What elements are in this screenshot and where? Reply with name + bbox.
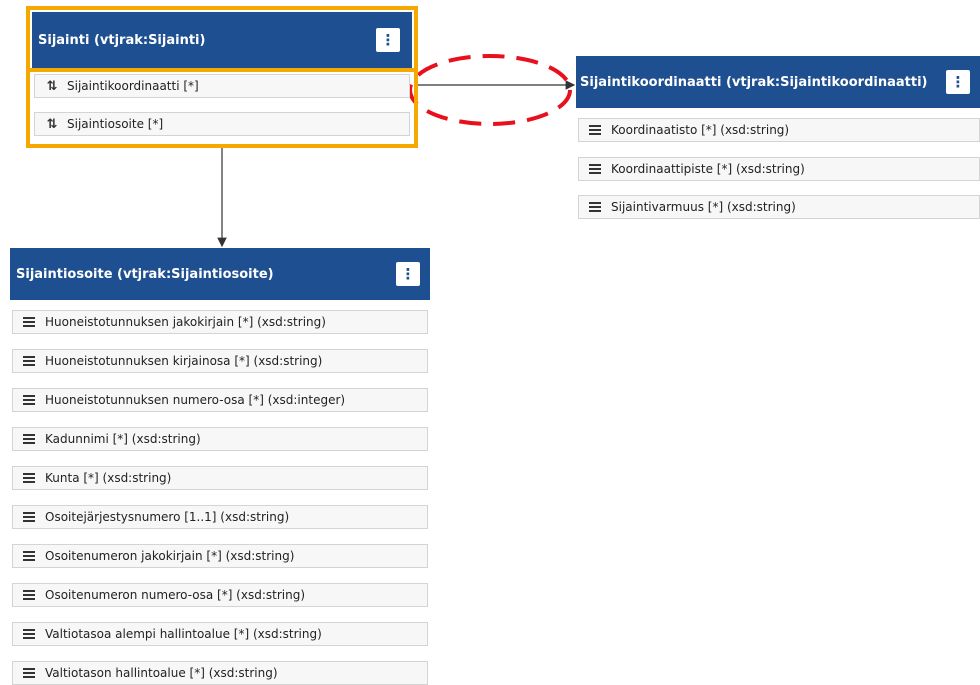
stacked-lines-icon — [587, 125, 603, 135]
row-label: Osoitenumeron jakokirjain [*] (xsd:strin… — [45, 549, 295, 563]
node-menu-button[interactable]: ⋮ — [946, 70, 970, 94]
node-header[interactable]: Sijaintiosoite (vtjrak:Sijaintiosoite) ⋮ — [10, 248, 430, 300]
row-label: Sijaintiosoite [*] — [67, 117, 164, 131]
attribute-row[interactable]: Osoitenumeron numero-osa [*] (xsd:string… — [12, 583, 428, 607]
stacked-lines-icon — [21, 512, 37, 522]
up-down-arrows-icon: ⇅ — [46, 78, 58, 94]
row-label: Huoneistotunnuksen kirjainosa [*] (xsd:s… — [45, 354, 323, 368]
node-title: Sijaintiosoite (vtjrak:Sijaintiosoite) — [16, 266, 274, 282]
class-node-sijaintikoordinaatti[interactable]: Sijaintikoordinaatti (vtjrak:Sijaintikoo… — [576, 56, 980, 220]
vertical-dots-icon: ⋮ — [380, 30, 396, 49]
up-down-arrows-icon: ⇅ — [46, 116, 58, 132]
association-row-sijaintikoordinaatti[interactable]: ⇅ Sijaintikoordinaatti [*] — [34, 74, 410, 98]
stacked-lines-icon — [21, 590, 37, 600]
attribute-row[interactable]: Osoitenumeron jakokirjain [*] (xsd:strin… — [12, 544, 428, 568]
stacked-lines-icon — [587, 164, 603, 174]
highlight-ellipse — [408, 54, 572, 126]
class-node-sijaintiosoite[interactable]: Sijaintiosoite (vtjrak:Sijaintiosoite) ⋮… — [10, 248, 430, 685]
vertical-dots-icon: ⋮ — [950, 72, 966, 91]
vertical-dots-icon: ⋮ — [400, 264, 416, 283]
stacked-lines-icon — [21, 356, 37, 366]
attribute-row[interactable]: Huoneistotunnuksen numero-osa [*] (xsd:i… — [12, 388, 428, 412]
attribute-row[interactable]: Sijaintivarmuus [*] (xsd:string) — [578, 195, 980, 219]
attribute-row[interactable]: Valtiotasoa alempi hallintoalue [*] (xsd… — [12, 622, 428, 646]
stacked-lines-icon — [21, 629, 37, 639]
row-label: Huoneistotunnuksen numero-osa [*] (xsd:i… — [45, 393, 346, 407]
row-label: Sijaintivarmuus [*] (xsd:string) — [611, 200, 796, 214]
stacked-lines-icon — [21, 551, 37, 561]
attribute-row[interactable]: Koordinaatisto [*] (xsd:string) — [578, 118, 980, 142]
row-label: Osoitenumeron numero-osa [*] (xsd:string… — [45, 588, 306, 602]
stacked-lines-icon — [21, 473, 37, 483]
row-label: Valtiotasoa alempi hallintoalue [*] (xsd… — [45, 627, 322, 641]
attribute-row[interactable]: Kunta [*] (xsd:string) — [12, 466, 428, 490]
stacked-lines-icon — [21, 434, 37, 444]
node-header[interactable]: Sijainti (vtjrak:Sijainti) ⋮ — [32, 12, 412, 68]
attribute-row[interactable]: Huoneistotunnuksen jakokirjain [*] (xsd:… — [12, 310, 428, 334]
attribute-row[interactable]: Kadunnimi [*] (xsd:string) — [12, 427, 428, 451]
row-label: Koordinaattipiste [*] (xsd:string) — [611, 162, 805, 176]
stacked-lines-icon — [21, 395, 37, 405]
attribute-row[interactable]: Huoneistotunnuksen kirjainosa [*] (xsd:s… — [12, 349, 428, 373]
node-title: Sijainti (vtjrak:Sijainti) — [38, 32, 206, 48]
node-menu-button[interactable]: ⋮ — [376, 28, 400, 52]
row-label: Valtiotason hallintoalue [*] (xsd:string… — [45, 666, 278, 680]
selection-separator — [26, 68, 418, 72]
node-menu-button[interactable]: ⋮ — [396, 262, 420, 286]
stacked-lines-icon — [21, 668, 37, 678]
attribute-row[interactable]: Koordinaattipiste [*] (xsd:string) — [578, 157, 980, 181]
row-label: Kadunnimi [*] (xsd:string) — [45, 432, 201, 446]
node-header[interactable]: Sijaintikoordinaatti (vtjrak:Sijaintikoo… — [576, 56, 980, 108]
row-label: Huoneistotunnuksen jakokirjain [*] (xsd:… — [45, 315, 326, 329]
attribute-row[interactable]: Valtiotason hallintoalue [*] (xsd:string… — [12, 661, 428, 685]
association-row-sijaintiosoite[interactable]: ⇅ Sijaintiosoite [*] — [34, 112, 410, 136]
row-label: Osoitejärjestysnumero [1..1] (xsd:string… — [45, 510, 290, 524]
stacked-lines-icon — [587, 202, 603, 212]
row-label: Sijaintikoordinaatti [*] — [67, 79, 199, 93]
row-label: Koordinaatisto [*] (xsd:string) — [611, 123, 790, 137]
attribute-row[interactable]: Osoitejärjestysnumero [1..1] (xsd:string… — [12, 505, 428, 529]
node-title: Sijaintikoordinaatti (vtjrak:Sijaintikoo… — [580, 74, 928, 90]
class-node-sijainti[interactable]: Sijainti (vtjrak:Sijainti) ⋮ ⇅ Sijaintik… — [30, 10, 414, 144]
row-label: Kunta [*] (xsd:string) — [45, 471, 172, 485]
stacked-lines-icon — [21, 317, 37, 327]
